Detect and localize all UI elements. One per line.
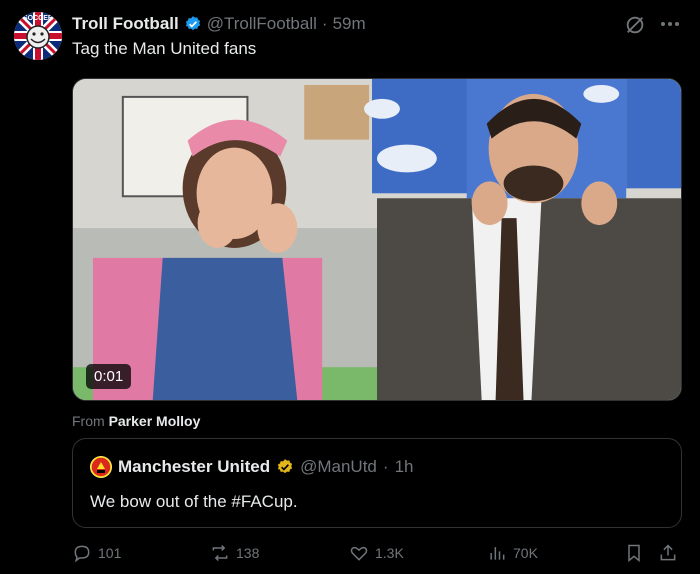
views-chart-icon xyxy=(490,547,505,560)
tweet-actions-bar: 101 138 1.3K 70K xyxy=(72,543,682,567)
troll-football-avatar[interactable]: SOCCER xyxy=(14,12,62,60)
gold-verified-badge-icon xyxy=(277,459,293,474)
share-icon xyxy=(660,544,676,561)
author-handle[interactable]: @TrollFootball xyxy=(207,14,317,34)
grok-icon[interactable] xyxy=(624,14,646,36)
from-label: From xyxy=(72,413,105,429)
author-name[interactable]: Troll Football xyxy=(72,14,179,34)
tweet-header: Troll Football @TrollFootball · 59m xyxy=(72,12,366,36)
quoted-tweet-header: Manchester United @ManUtd · 1h xyxy=(90,456,413,478)
quoted-tweet-text: We bow out of the #FACup. xyxy=(90,492,298,511)
quoted-separator-dot: · xyxy=(382,457,389,476)
avatar-logo-text: SOCCER xyxy=(23,15,53,22)
tweet-time[interactable]: 59m xyxy=(333,14,366,34)
reply-icon xyxy=(74,545,90,563)
like-count: 1.3K xyxy=(375,545,404,561)
video-timestamp: 0:01 xyxy=(86,364,132,389)
bookmark-button[interactable] xyxy=(624,543,644,563)
reply-count: 101 xyxy=(98,545,122,561)
video-frame xyxy=(73,79,681,400)
views-button[interactable]: 70K xyxy=(487,543,538,563)
verified-badge-icon xyxy=(185,16,200,31)
repost-count: 138 xyxy=(236,545,260,561)
quoted-author-handle[interactable]: @ManUtd xyxy=(300,457,377,477)
share-button[interactable] xyxy=(658,543,678,563)
quoted-tweet-time[interactable]: 1h xyxy=(395,457,414,477)
view-count: 70K xyxy=(513,545,538,561)
quoted-author-name[interactable]: Manchester United xyxy=(118,457,270,477)
reply-button[interactable]: 101 xyxy=(72,543,121,563)
tweet-text: Tag the Man United fans xyxy=(72,39,257,58)
heart-icon xyxy=(350,546,368,561)
repost-icon xyxy=(212,544,228,562)
quoted-tweet[interactable]: Manchester United @ManUtd · 1h We bow ou… xyxy=(72,438,682,528)
more-options-icon[interactable] xyxy=(660,20,680,28)
repost-button[interactable]: 138 xyxy=(210,543,259,563)
video-player[interactable] xyxy=(72,78,682,401)
from-author-link[interactable]: Parker Molloy xyxy=(109,413,201,429)
bookmark-icon xyxy=(628,544,640,563)
video-attribution: From Parker Molloy xyxy=(72,413,200,429)
like-button[interactable]: 1.3K xyxy=(349,543,404,563)
manutd-crest-icon[interactable] xyxy=(90,456,112,478)
separator-dot: · xyxy=(321,14,328,33)
